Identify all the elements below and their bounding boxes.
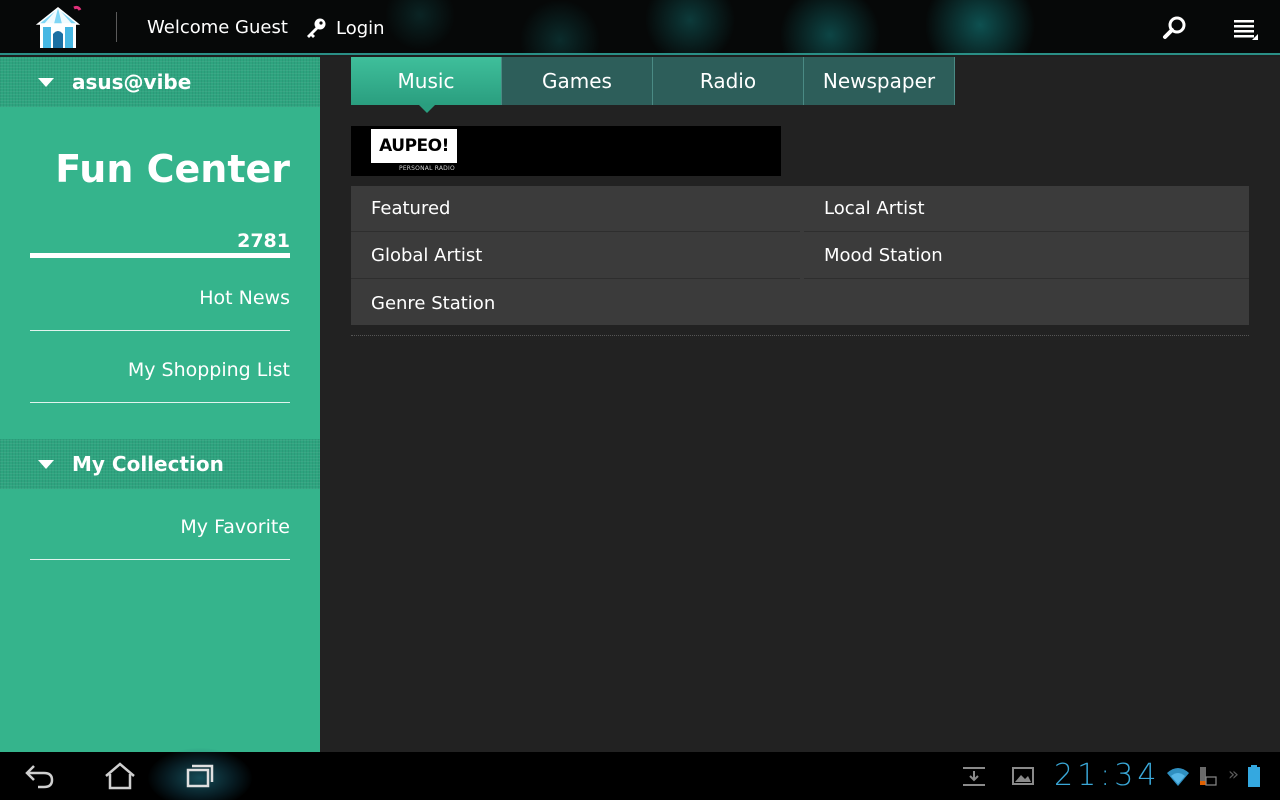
gallery-icon[interactable] (1011, 764, 1035, 788)
keyboard-battery-icon (1200, 767, 1217, 786)
sidebar-item-my-shopping-list[interactable]: My Shopping List (30, 331, 290, 403)
login-button[interactable]: Login (304, 13, 385, 43)
sidebar-item-my-favorite[interactable]: My Favorite (30, 488, 290, 560)
count-bar (30, 253, 290, 258)
aupeo-logo: AUPEO! (371, 129, 457, 163)
dotted-divider (351, 335, 1249, 336)
app-root: Welcome Guest Login asus@vibe Fun Center… (0, 0, 1280, 800)
sidebar-item-label: My Favorite (180, 516, 290, 538)
main-content: Music Games Radio Newspaper AUPEO! PERSO… (320, 57, 1280, 752)
system-nav-bar: 21:34 » (0, 748, 1280, 800)
battery-icon (1248, 765, 1260, 787)
category-mood-station[interactable]: Mood Station (804, 233, 1249, 279)
tab-games[interactable]: Games (502, 57, 653, 105)
section-header-my-collection[interactable]: My Collection (0, 439, 320, 489)
tab-newspaper[interactable]: Newspaper (804, 57, 955, 105)
fun-center-count: 2781 (237, 230, 290, 252)
section-title: My Collection (72, 452, 224, 476)
sidebar: asus@vibe Fun Center 2781 Hot News My Sh… (0, 57, 320, 752)
aupeo-tagline: PERSONAL RADIO (399, 165, 455, 172)
download-icon[interactable] (962, 764, 986, 788)
menu-icon[interactable] (1230, 14, 1260, 42)
section-header-asus-vibe[interactable]: asus@vibe (0, 57, 320, 107)
section-title: asus@vibe (72, 70, 192, 94)
tent-logo-icon[interactable] (34, 4, 82, 50)
sidebar-item-label: My Shopping List (127, 359, 290, 381)
top-bar: Welcome Guest Login (0, 0, 1280, 55)
aupeo-banner[interactable]: AUPEO! PERSONAL RADIO (351, 126, 781, 176)
welcome-text: Welcome Guest (147, 17, 288, 38)
category-grid: Featured Local Artist Global Artist Mood… (351, 186, 1249, 325)
sidebar-item-label: Hot News (199, 287, 290, 309)
home-icon[interactable] (102, 760, 138, 792)
tab-radio[interactable]: Radio (653, 57, 804, 105)
sidebar-item-hot-news[interactable]: Hot News (30, 259, 290, 331)
chevron-right-icon: » (1228, 764, 1240, 785)
clock[interactable]: 21:34 (1054, 758, 1160, 793)
login-label: Login (336, 17, 385, 39)
search-icon[interactable] (1160, 14, 1188, 42)
key-icon (307, 18, 326, 38)
fun-center-title: Fun Center (55, 147, 290, 191)
triangle-down-icon (38, 78, 54, 87)
recent-apps-icon[interactable] (182, 760, 218, 792)
wifi-icon (1167, 768, 1189, 786)
my-collection-section: My Collection (0, 439, 320, 489)
category-tabs: Music Games Radio Newspaper (351, 57, 955, 113)
category-featured[interactable]: Featured (351, 186, 800, 232)
top-divider (116, 12, 117, 42)
category-genre-station[interactable]: Genre Station (351, 280, 800, 326)
triangle-down-icon (38, 460, 54, 469)
back-icon[interactable] (22, 760, 58, 792)
tab-music[interactable]: Music (351, 57, 502, 113)
category-global-artist[interactable]: Global Artist (351, 233, 800, 279)
category-local-artist[interactable]: Local Artist (804, 186, 1249, 232)
